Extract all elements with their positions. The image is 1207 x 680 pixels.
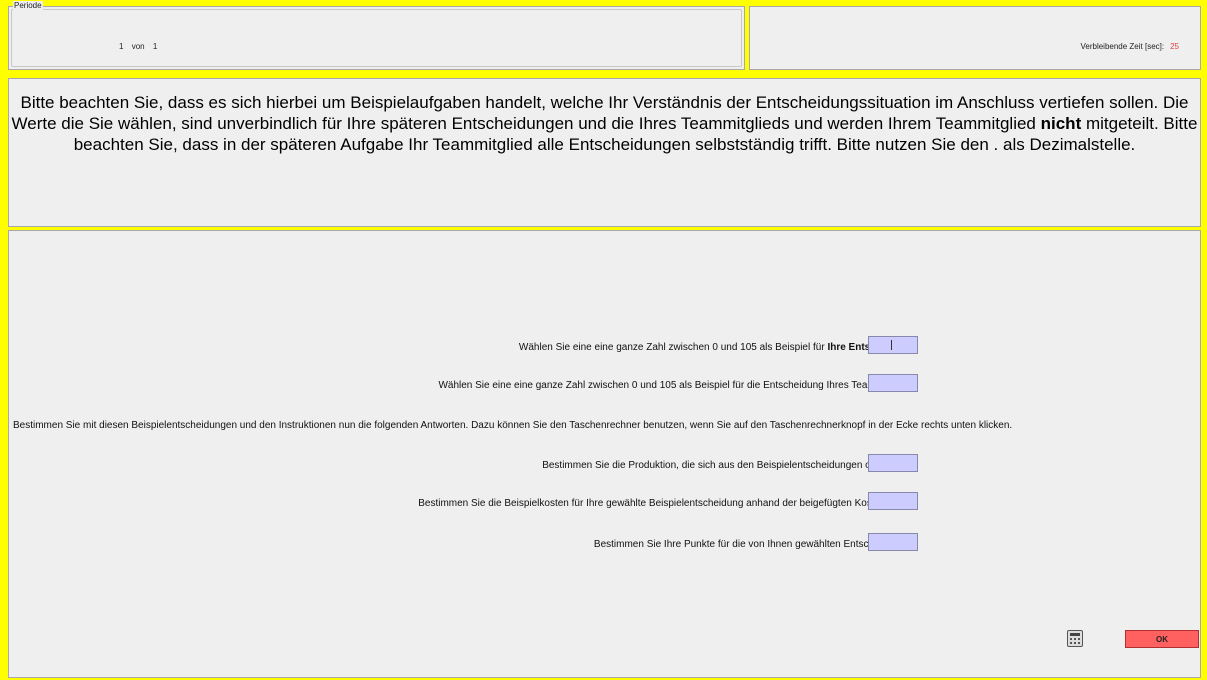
task-panel: Wählen Sie eine eine ganze Zahl zwischen… — [8, 230, 1201, 678]
team-decision-input[interactable] — [868, 374, 918, 392]
production-label: Bestimmen Sie die Produktion, die sich a… — [542, 460, 918, 471]
period-legend: Periode — [13, 1, 43, 10]
calculation-info-text: Bestimmen Sie mit diesen Beispielentsche… — [13, 420, 1013, 431]
period-current: 1 — [119, 42, 124, 51]
period-total: 1 — [152, 42, 158, 51]
calculator-screen — [1070, 633, 1080, 636]
ok-button[interactable]: OK — [1125, 630, 1199, 648]
instructions-panel: Bitte beachten Sie, dass es sich hierbei… — [8, 78, 1201, 227]
team-decision-label: Wählen Sie eine eine ganze Zahl zwischen… — [438, 380, 918, 391]
costs-input[interactable] — [868, 492, 918, 510]
period-panel: Periode 1 von 1 — [8, 1, 745, 70]
timer-label: Verbleibende Zeit [sec]: — [1080, 42, 1165, 51]
production-input[interactable] — [868, 454, 918, 472]
timer-panel: Verbleibende Zeit [sec]: 25 — [749, 6, 1201, 70]
costs-label: Bestimmen Sie die Beispielkosten für Ihr… — [418, 498, 918, 509]
own-decision-label: Wählen Sie eine eine ganze Zahl zwischen… — [519, 342, 918, 353]
calculator-icon[interactable] — [1067, 630, 1083, 647]
points-input[interactable] — [868, 533, 918, 551]
text-caret — [891, 340, 892, 350]
period-fieldset — [11, 9, 742, 67]
instructions-text: Bitte beachten Sie, dass es sich hierbei… — [11, 92, 1198, 155]
timer: Verbleibende Zeit [sec]: 25 — [1080, 42, 1179, 51]
instructions-bold: nicht — [1040, 114, 1082, 133]
period-indicator: 1 von 1 — [119, 42, 163, 51]
instructions-part1: Bitte beachten Sie, dass es sich hierbei… — [11, 93, 1189, 133]
calculator-keys — [1070, 638, 1080, 645]
own-decision-input[interactable] — [868, 336, 918, 354]
own-decision-prefix: Wählen Sie eine eine ganze Zahl zwischen… — [518, 342, 828, 353]
timer-value: 25 — [1170, 42, 1179, 51]
period-separator: von — [131, 42, 145, 51]
